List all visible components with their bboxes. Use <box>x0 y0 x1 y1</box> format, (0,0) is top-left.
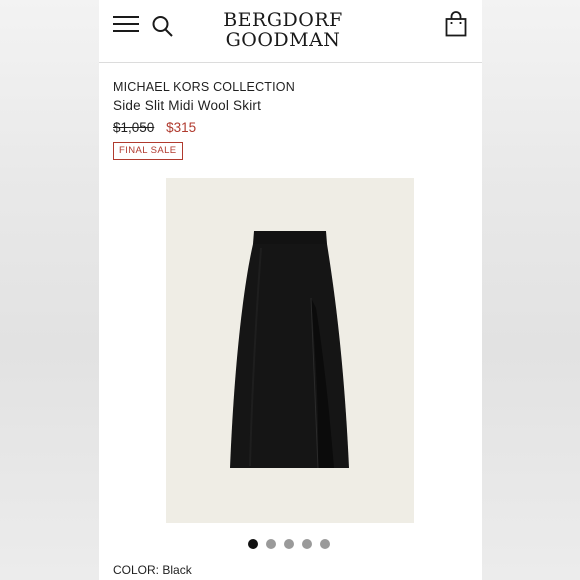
final-sale-badge: FINAL SALE <box>113 142 183 160</box>
color-label: COLOR: <box>113 563 160 577</box>
carousel-dot-1[interactable] <box>248 539 258 549</box>
price-row: $1,050 $315 <box>113 120 196 135</box>
brand-logo[interactable]: BERGDORF GOODMAN <box>223 10 343 50</box>
shopping-bag-icon[interactable] <box>445 11 467 37</box>
product-page: BERGDORF GOODMAN MICHAEL KORS COLLECTION… <box>99 0 482 580</box>
search-icon[interactable] <box>151 14 175 38</box>
product-brand[interactable]: MICHAEL KORS COLLECTION <box>113 80 295 94</box>
background-left <box>0 0 99 580</box>
color-selection: COLOR: Black <box>113 563 192 577</box>
carousel-dot-3[interactable] <box>284 539 294 549</box>
color-value: Black <box>162 563 192 577</box>
background-right <box>482 0 580 580</box>
product-image[interactable] <box>166 178 414 523</box>
site-header: BERGDORF GOODMAN <box>99 0 482 63</box>
sale-price: $315 <box>166 120 197 135</box>
carousel-dot-2[interactable] <box>266 539 276 549</box>
hamburger-icon[interactable] <box>113 16 139 34</box>
image-carousel-dots <box>248 536 338 549</box>
logo-line-2: GOODMAN <box>225 29 341 51</box>
original-price: $1,050 <box>113 120 155 135</box>
product-title: Side Slit Midi Wool Skirt <box>113 98 262 113</box>
skirt-image <box>166 178 414 523</box>
carousel-dot-4[interactable] <box>302 539 312 549</box>
carousel-dot-5[interactable] <box>320 539 330 549</box>
logo-line-1: BERGDORF <box>223 9 343 31</box>
